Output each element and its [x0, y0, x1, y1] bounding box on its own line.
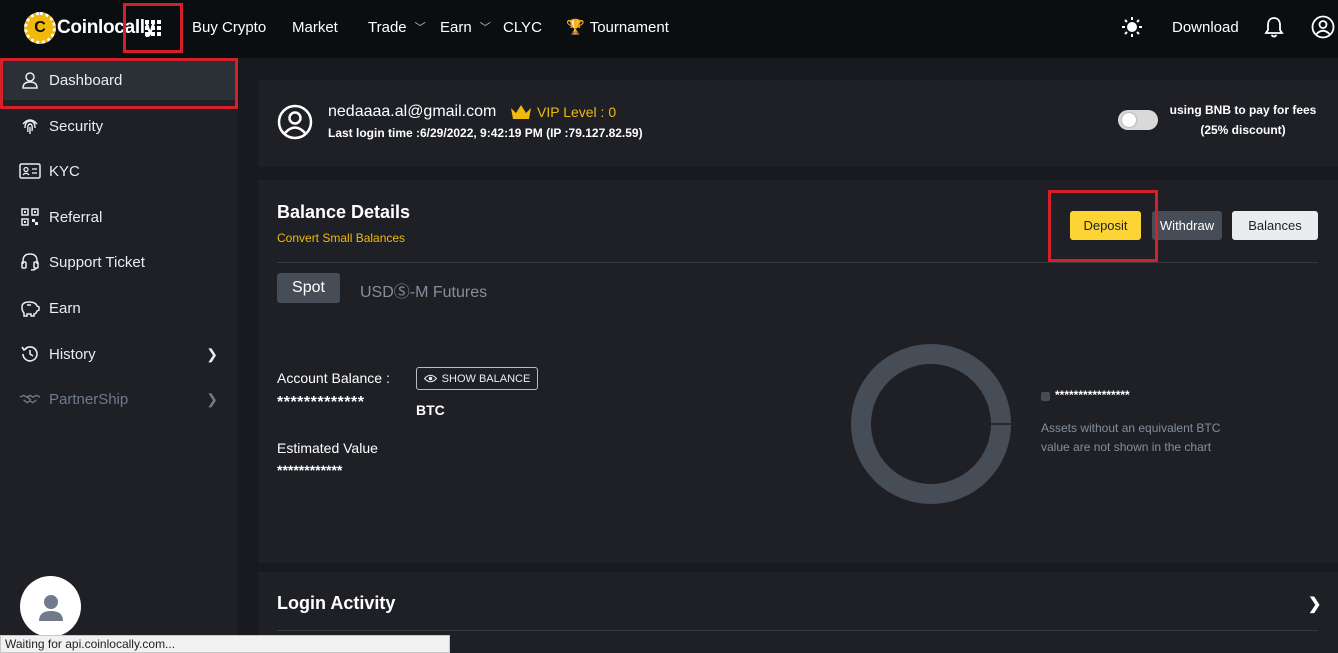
nav-clyc-label: CLYC [503, 18, 542, 36]
bnb-fee-label: using BNB to pay for fees (25% discount) [1163, 100, 1323, 140]
sidebar-item-label: Earn [49, 299, 81, 317]
sidebar-item-label: History [49, 345, 96, 363]
sidebar-item-support-ticket[interactable]: Support Ticket [0, 242, 238, 282]
account-button[interactable] [1311, 0, 1335, 54]
convert-small-balances-link[interactable]: Convert Small Balances [277, 231, 405, 245]
chevron-right-icon[interactable]: ❯ [1308, 594, 1321, 614]
logo-letter: C [34, 19, 46, 36]
bnb-fee-line1: using BNB to pay for fees [1169, 103, 1317, 117]
highlight-dashboard [0, 58, 238, 109]
top-navbar: C Coinlocally Buy Crypto Market Trade ﹀ E… [0, 0, 1338, 58]
nav-clyc[interactable]: CLYC [503, 0, 542, 54]
last-login-info: Last login time :6/29/2022, 9:42:19 PM (… [328, 126, 643, 140]
highlight-apps-grid [123, 3, 183, 53]
tab-spot[interactable]: Spot [277, 273, 340, 303]
show-balance-label: SHOW BALANCE [441, 372, 531, 385]
legend-value: **************** [1055, 388, 1130, 402]
nav-market-label: Market [292, 18, 338, 36]
asset-donut-chart [851, 344, 1011, 504]
highlight-deposit [1048, 190, 1158, 262]
person-icon [38, 594, 63, 621]
nav-trade-label: Trade [368, 18, 407, 36]
withdraw-button[interactable]: Withdraw [1152, 211, 1222, 240]
balance-details-title: Balance Details [277, 202, 411, 222]
headset-icon [19, 252, 41, 272]
nav-tournament-label: Tournament [589, 18, 669, 36]
handshake-icon [19, 391, 41, 407]
tab-usds-m-futures[interactable]: USDⓈ-M Futures [360, 278, 487, 302]
chevron-right-icon: ❯ [206, 345, 218, 362]
sidebar-item-kyc[interactable]: KYC [0, 151, 238, 191]
trophy-icon: 🏆 [566, 19, 585, 36]
fingerprint-icon [19, 116, 41, 136]
account-balance-unit: BTC [416, 402, 445, 418]
nav-buy-crypto[interactable]: Buy Crypto [192, 0, 266, 54]
bnb-fee-line2: (25% discount) [1200, 123, 1286, 137]
sidebar-item-label: Referral [49, 208, 103, 226]
show-balance-button[interactable]: SHOW BALANCE [416, 367, 538, 390]
login-activity-title: Login Activity [277, 593, 396, 613]
vip-level: VIP Level : 0 [510, 104, 616, 120]
user-circle-icon [1311, 15, 1335, 39]
nav-buy-crypto-label: Buy Crypto [192, 18, 267, 36]
bnb-fee-toggle[interactable] [1118, 110, 1158, 130]
account-balance-label: Account Balance : [277, 370, 390, 386]
sidebar-item-earn[interactable]: Earn [0, 288, 238, 328]
profile-card: nedaaaa.al@gmail.com VIP Level : 0 Last … [258, 80, 1338, 167]
chart-note: Assets without an equivalent BTC value a… [1041, 421, 1221, 454]
notifications-button[interactable] [1264, 0, 1284, 54]
sidebar-item-partnership[interactable]: PartnerShip ❯ [0, 379, 238, 419]
nav-trade[interactable]: Trade ﹀ [368, 0, 426, 54]
sidebar-item-label: Support Ticket [49, 253, 145, 271]
piggy-bank-icon [19, 299, 41, 317]
nav-earn-label: Earn [440, 18, 472, 36]
sidebar-item-label: KYC [49, 162, 80, 180]
sidebar-item-security[interactable]: Security [0, 106, 238, 146]
nav-tournament[interactable]: 🏆 Tournament [566, 0, 669, 54]
browser-status-bar: Waiting for api.coinlocally.com... [0, 635, 450, 653]
sidebar: Dashboard Security KYC Referral Support … [0, 58, 238, 653]
nav-earn[interactable]: Earn ﹀ [440, 0, 491, 54]
section-divider [277, 630, 1318, 631]
download-link[interactable]: Download [1172, 0, 1239, 54]
sidebar-item-referral[interactable]: Referral [0, 197, 238, 237]
user-avatar-icon [277, 104, 313, 140]
legend-swatch [1041, 392, 1050, 401]
chevron-down-icon: ﹀ [414, 22, 426, 34]
sidebar-item-label: PartnerShip [49, 390, 129, 408]
balances-button[interactable]: Balances [1232, 211, 1318, 240]
nav-market[interactable]: Market [292, 0, 338, 54]
estimated-value: ************ [277, 462, 343, 478]
eye-icon [423, 374, 437, 383]
bell-icon [1264, 17, 1284, 38]
id-card-icon [19, 162, 41, 180]
sun-icon [1122, 17, 1142, 37]
user-email: nedaaaa.al@gmail.com [328, 103, 497, 120]
sidebar-item-label: Security [49, 117, 104, 135]
logo-mark: C [24, 12, 56, 44]
chevron-down-icon: ﹀ [479, 22, 491, 34]
download-label: Download [1172, 18, 1239, 36]
qr-code-icon [19, 208, 41, 226]
crown-icon [511, 105, 531, 119]
vip-level-label: VIP Level : 0 [537, 104, 617, 120]
sidebar-item-history[interactable]: History ❯ [0, 334, 238, 374]
support-avatar[interactable] [20, 576, 81, 637]
history-icon [19, 344, 41, 364]
section-divider [277, 262, 1318, 263]
estimated-value-label: Estimated Value [277, 440, 378, 456]
theme-toggle-button[interactable] [1122, 0, 1142, 54]
chevron-right-icon: ❯ [206, 390, 218, 407]
account-balance-value: ************* [277, 394, 365, 411]
balance-details-card: Balance Details Convert Small Balances D… [258, 180, 1338, 563]
